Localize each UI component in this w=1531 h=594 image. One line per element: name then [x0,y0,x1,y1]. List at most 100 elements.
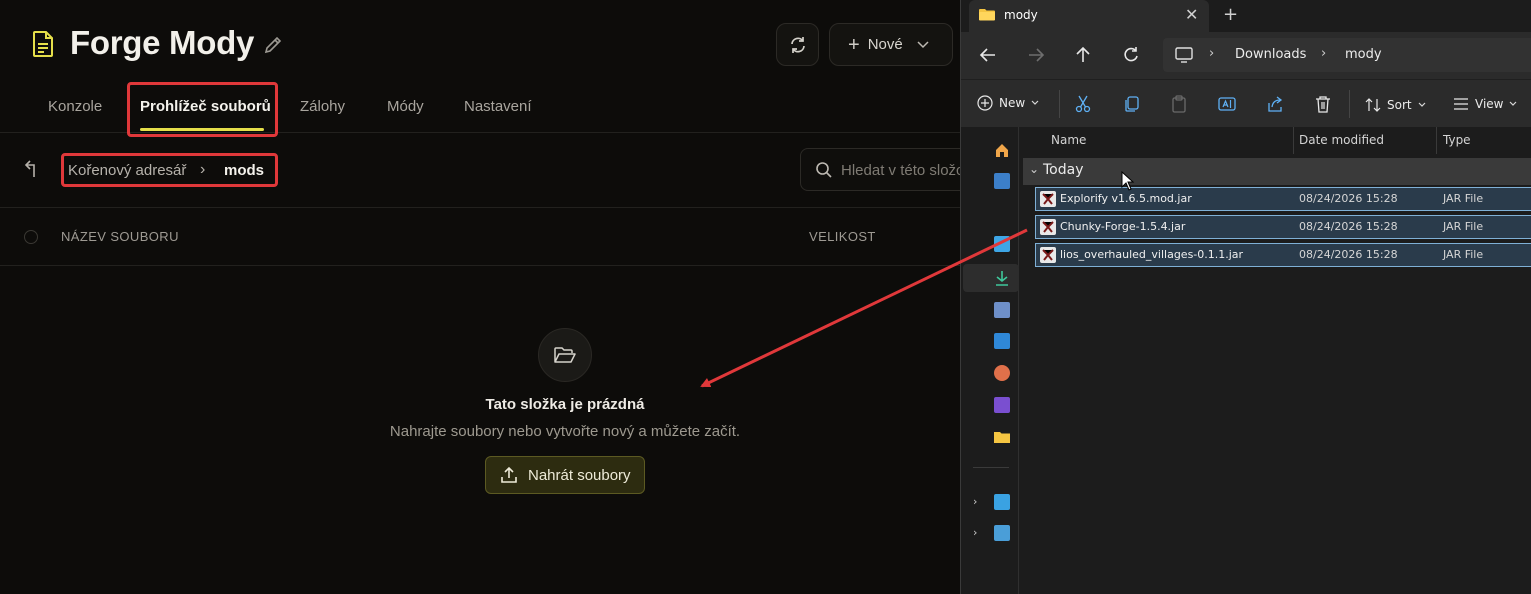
jar-file-icon [1040,191,1056,207]
file-date: 08/24/2026 15:28 [1299,248,1398,261]
downloads-icon[interactable] [994,270,1010,286]
folder-icon[interactable] [994,429,1010,445]
back-arrow-icon[interactable] [978,45,998,65]
tab-console[interactable]: Konzole [48,98,102,115]
this-pc-icon[interactable] [994,494,1010,510]
breadcrumb-highlight-box [61,153,278,187]
file-name: Chunky-Forge-1.5.4.jar [1060,220,1186,233]
delete-icon[interactable] [1314,95,1332,113]
documents-icon[interactable] [994,302,1010,318]
chevron-down-icon [1510,101,1517,106]
explorer-tab-bar: mody ✕ + [961,0,1531,32]
new-button-label: Nové [867,36,903,53]
file-name: lios_overhauled_villages-0.1.1.jar [1060,248,1244,261]
file-type: JAR File [1443,248,1484,261]
file-explorer-window: mody ✕ + › Downloads › mody New Sort Vie… [960,0,1531,594]
empty-state-title: Tato složka je prázdná [485,396,645,413]
nav-divider [973,467,1009,468]
app-header: Forge Mody + Nové [0,0,960,88]
column-divider[interactable] [1436,127,1437,154]
toolbar-divider [1059,90,1060,118]
desktop-icon[interactable] [994,236,1010,252]
column-header-size[interactable]: VELIKOST [809,229,876,244]
folder-icon [979,9,995,21]
tab-settings[interactable]: Nastavení [464,98,532,115]
address-separator: › [1321,46,1327,61]
paste-icon[interactable] [1170,95,1188,113]
file-type: JAR File [1443,192,1484,205]
level-up-icon[interactable] [24,159,42,179]
new-button[interactable]: + Nové [829,23,953,66]
file-date: 08/24/2026 15:28 [1299,192,1398,205]
up-arrow-icon[interactable] [1073,45,1093,65]
column-header-name[interactable]: Name [1051,133,1086,147]
selected-nav-item [963,264,1019,292]
chevron-right-icon[interactable]: › [973,526,977,539]
new-tab-button[interactable]: + [1223,4,1238,25]
upload-files-button[interactable]: Nahrát soubory [485,456,645,494]
chevron-down-icon: ⌄ [1029,162,1040,176]
file-date: 08/24/2026 15:28 [1299,220,1398,233]
explorer-tab[interactable]: mody ✕ [969,0,1209,32]
chevron-right-icon[interactable]: › [973,495,977,508]
music-icon[interactable] [994,365,1010,381]
plus-icon: + [848,33,860,56]
refresh-icon [790,36,805,53]
open-folder-icon [554,347,576,363]
search-placeholder: Hledat v této složce [841,162,960,179]
pictures-icon[interactable] [994,333,1010,349]
tab-highlight-box [127,82,278,137]
explorer-column-headers: Name Date modified Type [1021,127,1531,154]
column-header-date-modified[interactable]: Date modified [1299,133,1384,147]
network-icon[interactable] [994,525,1010,541]
select-all-checkbox[interactable] [24,230,38,244]
document-icon [33,31,53,57]
cut-icon[interactable] [1074,95,1092,113]
new-item-button[interactable]: New [977,95,1039,111]
home-icon[interactable] [994,142,1010,158]
search-icon [816,162,832,178]
close-icon[interactable]: ✕ [1185,5,1198,24]
file-row[interactable]: Explorify v1.6.5.mod.jar 08/24/2026 15:2… [1035,187,1531,211]
chevron-down-icon [1031,100,1039,105]
column-divider[interactable] [1293,127,1294,154]
share-icon[interactable] [1266,95,1284,113]
path-bar: Kořenový adresář › mods Hledat v této sl… [0,133,960,208]
sort-label: Sort [1387,98,1412,112]
toolbar-divider [1349,90,1350,118]
address-segment-mody[interactable]: mody [1345,47,1382,62]
view-button[interactable]: View [1453,97,1517,111]
gallery-icon[interactable] [994,173,1010,189]
group-header-today[interactable]: ⌄ Today [1023,158,1531,185]
refresh-button[interactable] [776,23,819,66]
copy-icon[interactable] [1123,95,1141,113]
jar-file-icon [1040,219,1056,235]
explorer-navigation-bar: › Downloads › mody [961,32,1531,79]
explorer-content: › › Name Date modified Type ⌄ Today Expl… [961,127,1531,594]
address-bar[interactable]: › Downloads › mody [1163,38,1531,72]
explorer-command-bar: New Sort View [961,79,1531,127]
file-manager-app: Forge Mody + Nové Konzole Prohlížeč soub… [0,0,960,594]
file-row[interactable]: Chunky-Forge-1.5.4.jar 08/24/2026 15:28 … [1035,215,1531,239]
address-segment-downloads[interactable]: Downloads [1235,47,1306,62]
empty-folder-badge [538,328,592,382]
group-label: Today [1043,162,1084,178]
file-row[interactable]: lios_overhauled_villages-0.1.1.jar 08/24… [1035,243,1531,267]
tab-mods[interactable]: Módy [387,98,424,115]
file-type: JAR File [1443,220,1484,233]
videos-icon[interactable] [994,397,1010,413]
column-header-type[interactable]: Type [1443,133,1471,147]
refresh-icon[interactable] [1121,45,1141,65]
file-name: Explorify v1.6.5.mod.jar [1060,192,1192,205]
sort-button[interactable]: Sort [1365,97,1426,113]
column-header-name[interactable]: NÁZEV SOUBORU [61,229,179,244]
table-header: NÁZEV SOUBORU VELIKOST [0,208,960,266]
edit-icon[interactable] [262,34,284,56]
search-input[interactable]: Hledat v této složce [800,148,960,191]
upload-icon [501,466,517,483]
rename-icon[interactable] [1218,95,1236,113]
tab-backups[interactable]: Zálohy [300,98,345,115]
forward-arrow-icon[interactable] [1026,45,1046,65]
jar-file-icon [1040,247,1056,263]
explorer-tab-title: mody [1004,8,1038,22]
